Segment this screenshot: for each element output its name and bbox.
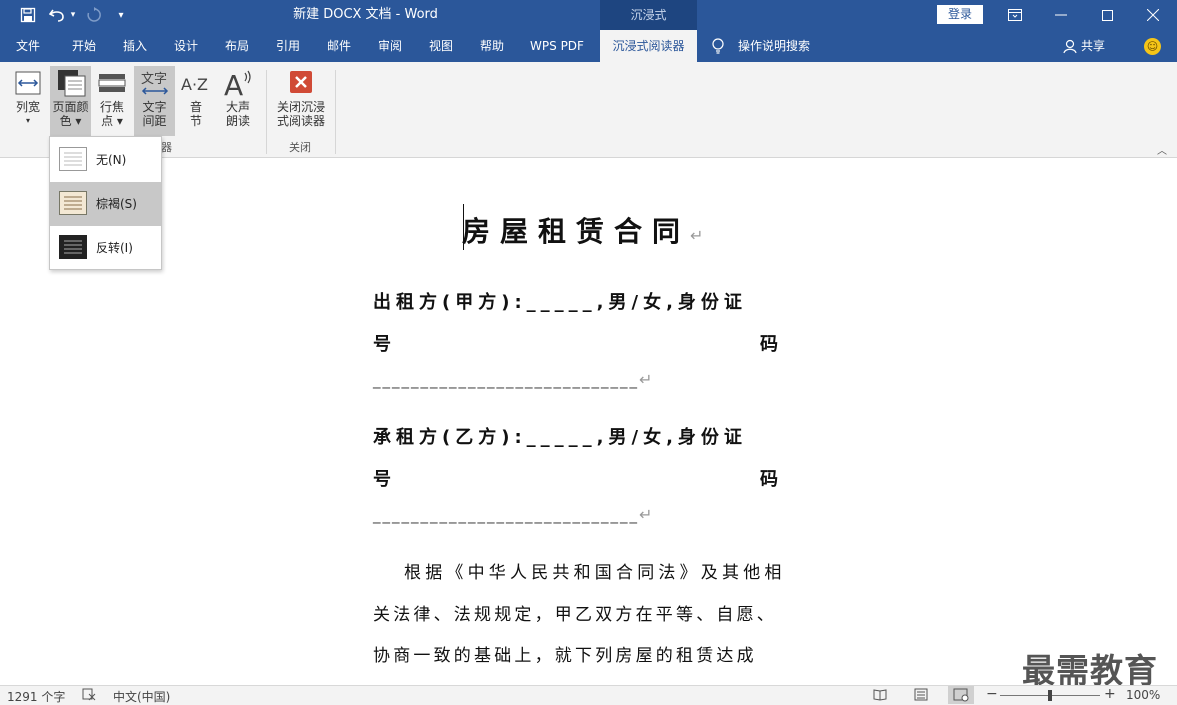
document-title: 房屋租赁合同↵ [462, 215, 714, 248]
undo-icon[interactable] [46, 3, 70, 27]
svg-text:A: A [224, 69, 243, 98]
line-focus-button[interactable]: 行焦 点 ▾ [92, 66, 132, 136]
print-layout-icon[interactable] [914, 688, 928, 704]
doc-line: 码 [760, 334, 783, 355]
tab-wps-pdf[interactable]: WPS PDF [522, 30, 592, 62]
page-color-button[interactable]: 页面颜 色 ▾ [50, 66, 91, 136]
tab-view[interactable]: 视图 [419, 30, 463, 62]
feedback-smiley-icon[interactable]: ☺ [1144, 38, 1161, 55]
undo-dropdown-icon[interactable]: ▾ [68, 3, 78, 27]
tab-layout[interactable]: 布局 [215, 30, 259, 62]
zoom-in-icon[interactable]: + [1104, 686, 1116, 702]
group-label-close: 关闭 [289, 141, 311, 154]
read-aloud-icon: A [222, 68, 254, 102]
page-color-inverse-option[interactable]: 反转(I) [50, 226, 161, 270]
zoom-level[interactable]: 100% [1126, 688, 1160, 702]
tab-home[interactable]: 开始 [62, 30, 106, 62]
svg-text:文字: 文字 [141, 72, 167, 87]
tab-mailings[interactable]: 邮件 [317, 30, 361, 62]
doc-line: 码 [760, 469, 783, 490]
page-color-menu: 无(N) 棕褐(S) 反转(I) [49, 136, 162, 270]
tab-design[interactable]: 设计 [164, 30, 208, 62]
status-bar: 1291 个字 中文(中国) − + 100% [0, 685, 1177, 705]
body-line: 协商一致的基础上，就下列房屋的租赁达成 [373, 646, 757, 666]
page-none-icon [59, 147, 87, 171]
read-mode-icon[interactable] [873, 688, 887, 704]
minimize-icon[interactable] [1038, 0, 1084, 30]
word-count[interactable]: 1291 个字 [7, 688, 65, 705]
read-aloud-button[interactable]: A 大声 朗读 [218, 66, 258, 136]
proofing-icon[interactable] [82, 687, 96, 704]
maximize-icon[interactable] [1084, 0, 1130, 30]
collapse-ribbon-icon[interactable]: ︿ [1157, 142, 1167, 157]
context-tab-label: 沉浸式 [600, 0, 697, 30]
customize-toolbar-icon[interactable]: ▾ [114, 3, 128, 27]
ribbon-display-options-icon[interactable] [992, 0, 1038, 30]
doc-line: 号 [373, 469, 396, 490]
doc-line: 号 [373, 334, 396, 355]
tab-references[interactable]: 引用 [266, 30, 310, 62]
language-indicator[interactable]: 中文(中国) [113, 688, 170, 705]
zoom-slider-thumb[interactable] [1048, 690, 1052, 701]
close-icon[interactable] [1130, 0, 1176, 30]
svg-text:A·Z: A·Z [181, 75, 208, 94]
group-separator [266, 70, 267, 154]
doc-line: ____________________________↵ [373, 370, 655, 389]
share-button[interactable]: 共享 [1081, 30, 1105, 62]
web-layout-icon[interactable] [948, 686, 974, 704]
person-icon [1063, 39, 1078, 58]
close-immersive-reader-button[interactable]: 关闭沉浸 式阅读器 [272, 66, 330, 136]
syllables-button[interactable]: A·Z 音 节 [176, 66, 216, 136]
syllables-icon: A·Z [180, 68, 212, 98]
close-reader-icon [285, 68, 317, 98]
page-color-sepia-option[interactable]: 棕褐(S) [50, 182, 161, 226]
doc-line: 承租方(乙方):_____,男/女,身份证 [373, 427, 747, 448]
zoom-slider[interactable] [1000, 690, 1100, 701]
tab-immersive-reader[interactable]: 沉浸式阅读器 [600, 30, 697, 62]
title-bar: ▾ ▾ 新建 DOCX 文档 - Word 沉浸式 登录 [0, 0, 1177, 30]
line-focus-icon [96, 68, 128, 98]
save-icon[interactable] [18, 3, 38, 27]
page-color-none-option[interactable]: 无(N) [50, 138, 161, 182]
tell-me-search[interactable]: 操作说明搜索 [738, 30, 814, 62]
column-width-icon [12, 68, 44, 98]
login-button[interactable]: 登录 [937, 5, 983, 24]
ribbon: 列宽 ▾ 页面颜 色 ▾ 行焦 点 ▾ 文字 文字 间距 A·Z 音 节 A 大… [0, 62, 1177, 158]
lightbulb-icon [711, 38, 725, 59]
tab-file[interactable]: 文件 [8, 30, 48, 62]
tab-help[interactable]: 帮助 [470, 30, 514, 62]
group-label-reader: 器 [161, 141, 172, 154]
redo-icon[interactable] [84, 3, 104, 27]
doc-line: ____________________________↵ [373, 505, 655, 524]
page-inverse-icon [59, 235, 87, 259]
page-sepia-icon [59, 191, 87, 215]
zoom-out-icon[interactable]: − [986, 686, 998, 702]
column-width-button[interactable]: 列宽 ▾ [8, 66, 48, 136]
tab-insert[interactable]: 插入 [113, 30, 157, 62]
tab-review[interactable]: 审阅 [368, 30, 412, 62]
group-separator [335, 70, 336, 154]
document-canvas[interactable]: 房屋租赁合同↵ 出租方(甲方):_____,男/女,身份证 号 码 ______… [0, 158, 1177, 685]
doc-line: 出租方(甲方):_____,男/女,身份证 [373, 292, 747, 313]
text-spacing-icon: 文字 [139, 68, 171, 98]
body-line: 关法律、法规规定，甲乙双方在平等、自愿、 [373, 605, 777, 625]
body-line: 根据《中华人民共和国合同法》及其他相 [404, 563, 786, 583]
page-color-icon [55, 68, 87, 98]
ribbon-tabs: 文件 开始 插入 设计 布局 引用 邮件 审阅 视图 帮助 WPS PDF 沉浸… [0, 30, 1177, 62]
text-spacing-button[interactable]: 文字 文字 间距 [134, 66, 175, 136]
